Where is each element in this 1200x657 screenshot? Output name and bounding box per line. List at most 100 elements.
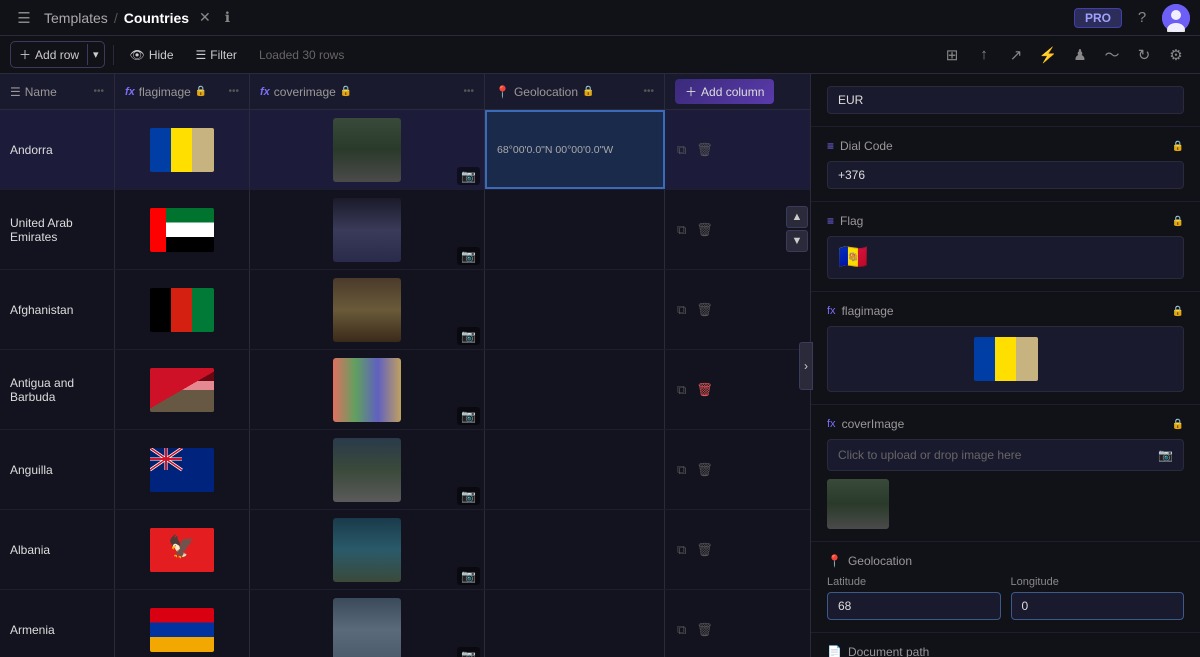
scroll-down-button[interactable]: ▼ [786, 230, 808, 252]
coverimage-col-options[interactable]: ••• [463, 86, 474, 97]
cell-name-armenia: Armenia [0, 590, 115, 657]
cell-geo-albania[interactable] [485, 510, 665, 589]
toolbar-separator [113, 45, 114, 65]
cell-coverimage-armenia[interactable]: 📷 [250, 590, 485, 657]
hide-button[interactable]: 👁 Hide [122, 44, 182, 66]
menu-icon[interactable]: ☰ [10, 4, 38, 32]
filter-button[interactable]: ☰ Filter [188, 44, 245, 66]
delete-row-button-uae[interactable]: 🗑 [694, 220, 715, 240]
share-icon[interactable]: ↑ [970, 41, 998, 69]
table-row[interactable]: United Arab Emirates 📷 ⧉ 🗑 [0, 190, 810, 270]
delete-row-button-albania[interactable]: 🗑 [694, 540, 715, 560]
add-row-dropdown-button[interactable]: ▾ [87, 44, 104, 65]
docpath-label: 📄 Document path [827, 645, 1184, 657]
coverimage-label: fx coverImage 🔒 [827, 417, 1184, 431]
upload-cover-button-afghanistan[interactable]: 📷 [457, 327, 480, 345]
refresh-icon[interactable]: ↻ [1130, 41, 1158, 69]
name-col-options[interactable]: ••• [93, 86, 104, 97]
cell-geo-anguilla[interactable] [485, 430, 665, 509]
delete-row-button-afghanistan[interactable]: 🗑 [694, 300, 715, 320]
upload-cover-button-armenia[interactable]: 📷 [457, 647, 480, 657]
name-col-icon: ☰ [10, 85, 21, 99]
cell-geo-afghanistan[interactable] [485, 270, 665, 349]
cell-actions-antigua: ⧉ 🗑 [665, 350, 725, 429]
add-column-button[interactable]: ＋ Add column [675, 79, 774, 104]
scroll-up-button[interactable]: ▲ [786, 206, 808, 228]
cell-coverimage-uae[interactable]: 📷 [250, 190, 485, 269]
geo-marker-icon: 📍 [495, 85, 510, 99]
cell-name-anguilla: Anguilla [0, 430, 115, 509]
plugin-icon[interactable]: ⚡ [1034, 41, 1062, 69]
latitude-input[interactable] [827, 592, 1001, 620]
delete-row-button-antigua[interactable]: 🗑 [694, 380, 715, 400]
cell-coverimage-andorra[interactable]: 📷 [250, 110, 485, 189]
export-icon[interactable]: ↗ [1002, 41, 1030, 69]
pro-badge[interactable]: PRO [1074, 8, 1122, 28]
dial-code-input[interactable] [827, 161, 1184, 189]
close-icon[interactable]: ✕ [195, 7, 215, 28]
add-row-button[interactable]: ＋ Add row [11, 42, 87, 67]
cover-thumbnail [827, 479, 889, 529]
copy-row-button-uae[interactable]: ⧉ [675, 220, 688, 240]
delete-row-button-anguilla[interactable]: 🗑 [694, 460, 715, 480]
cell-geo-andorra[interactable]: 68°00'0.0"N 00°00'0.0"W [485, 110, 665, 189]
avatar[interactable] [1162, 4, 1190, 32]
table-row[interactable]: Antigua and Barbuda 📷 ⧉ 🗑 [0, 350, 810, 430]
copy-row-button-armenia[interactable]: ⧉ [675, 620, 688, 640]
cover-aerial-albania [333, 518, 401, 582]
copy-row-button-antigua[interactable]: ⧉ [675, 380, 688, 400]
upload-cover-button[interactable]: 📷 [457, 167, 480, 185]
copy-row-button-albania[interactable]: ⧉ [675, 540, 688, 560]
cover-road-andorra [333, 118, 401, 182]
cell-actions-uae: ⧉ 🗑 [665, 190, 725, 269]
upload-cover-button-uae[interactable]: 📷 [457, 247, 480, 265]
flagimage-preview [827, 326, 1184, 392]
delete-row-button[interactable]: 🗑 [694, 140, 715, 160]
cell-coverimage-albania[interactable]: 📷 [250, 510, 485, 589]
panel-coverimage-section: fx coverImage 🔒 Click to upload or drop … [811, 405, 1200, 542]
cell-flagimage-andorra [115, 110, 250, 189]
cell-actions-andorra: ⧉ 🗑 [665, 110, 725, 189]
table-row[interactable]: Anguilla [0, 430, 810, 510]
geo-col-options[interactable]: ••• [643, 86, 654, 97]
flag-field-icon: ≡ [827, 214, 834, 228]
upload-cover-button-anguilla[interactable]: 📷 [457, 487, 480, 505]
panel-expand-button[interactable]: › [799, 342, 813, 390]
panel-dialcode-section: ≡ Dial Code 🔒 [811, 127, 1200, 202]
table-row[interactable]: Andorra 📷 68°00'0.0"N 00°00'0.0"W ⧉ 🗑 [0, 110, 810, 190]
currency-input[interactable] [827, 86, 1184, 114]
cell-geo-uae[interactable] [485, 190, 665, 269]
breadcrumb-templates[interactable]: Templates [44, 10, 108, 26]
copy-row-button[interactable]: ⧉ [675, 140, 688, 160]
cell-geo-armenia[interactable] [485, 590, 665, 657]
view-toggle-icon[interactable]: ⊞ [938, 41, 966, 69]
cell-coverimage-afghanistan[interactable]: 📷 [250, 270, 485, 349]
longitude-input[interactable] [1011, 592, 1185, 620]
collab-icon[interactable]: ♟ [1066, 41, 1094, 69]
cell-geo-antigua[interactable] [485, 350, 665, 429]
table-row[interactable]: Afghanistan 📷 ⧉ 🗑 [0, 270, 810, 350]
cell-coverimage-anguilla[interactable]: 📷 [250, 430, 485, 509]
toolbar: ＋ Add row ▾ 👁 Hide ☰ Filter Loaded 30 ro… [0, 36, 1200, 74]
cell-name-afghanistan: Afghanistan [0, 270, 115, 349]
cell-actions-armenia: ⧉ 🗑 [665, 590, 725, 657]
settings-icon[interactable]: ⚙ [1162, 41, 1190, 69]
copy-row-button-anguilla[interactable]: ⧉ [675, 460, 688, 480]
latitude-label: Latitude [827, 576, 1001, 588]
upload-cover-button-antigua[interactable]: 📷 [457, 407, 480, 425]
chart-icon[interactable]: 〜 [1098, 41, 1126, 69]
copy-row-button-afghanistan[interactable]: ⧉ [675, 300, 688, 320]
help-icon[interactable]: ? [1128, 4, 1156, 32]
cover-upload-button[interactable]: Click to upload or drop image here 📷 [827, 439, 1184, 471]
flagimage-col-options[interactable]: ••• [228, 86, 239, 97]
upload-icon: 📷 [1158, 448, 1173, 462]
delete-row-button-armenia[interactable]: 🗑 [694, 620, 715, 640]
table-row[interactable]: Armenia 📷 ⧉ 🗑 [0, 590, 810, 657]
latitude-col: Latitude [827, 576, 1001, 620]
info-icon[interactable]: ℹ [221, 7, 234, 28]
cell-coverimage-antigua[interactable]: 📷 [250, 350, 485, 429]
table-row[interactable]: Albania 🦅 📷 ⧉ 🗑 [0, 510, 810, 590]
flag-label: ≡ Flag 🔒 [827, 214, 1184, 228]
cover-mountain-armenia [333, 598, 401, 657]
upload-cover-button-albania[interactable]: 📷 [457, 567, 480, 585]
